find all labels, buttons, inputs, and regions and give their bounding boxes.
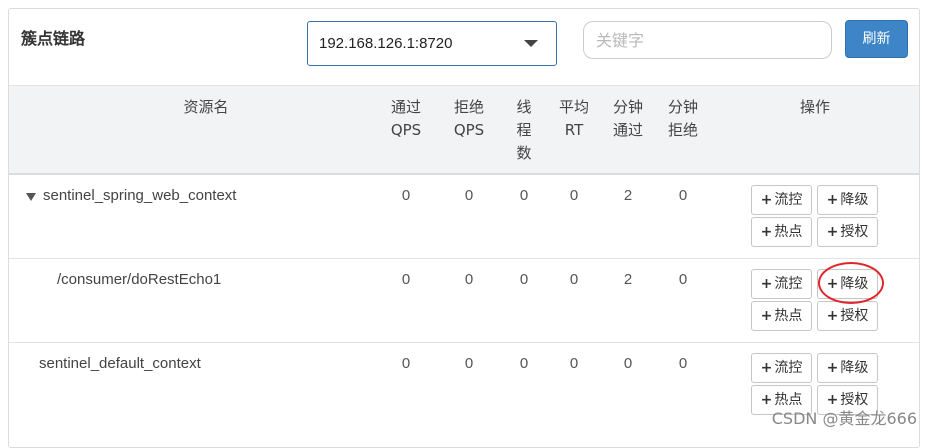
plus-icon: + <box>760 392 773 408</box>
plus-icon: + <box>760 276 773 292</box>
table-header: 资源名 通过 QPS 拒绝 QPS 线 程 数 平均 RT 分钟 通过 分钟 拒… <box>9 85 919 175</box>
minute-block: 0 <box>678 271 688 288</box>
minute-block: 0 <box>678 355 688 372</box>
auth-button[interactable]: + 授权 <box>817 301 878 331</box>
plus-icon: + <box>826 276 839 292</box>
pass-qps: 0 <box>401 271 411 288</box>
table-row: sentinel_spring_web_context 0 0 0 0 2 0 … <box>9 175 919 259</box>
minute-pass: 0 <box>623 355 633 372</box>
plus-icon: + <box>760 308 773 324</box>
col-actions: 操作 <box>799 98 830 116</box>
resource-name: sentinel_spring_web_context <box>43 187 237 204</box>
flow-button[interactable]: + 流控 <box>751 353 812 383</box>
threads: 0 <box>519 271 529 288</box>
plus-icon: + <box>760 192 773 208</box>
plus-icon: + <box>826 308 839 324</box>
resource-name: sentinel_default_context <box>39 355 201 372</box>
pass-qps: 0 <box>401 187 411 204</box>
minute-block: 0 <box>678 187 688 204</box>
col-pass-qps: 通过 QPS <box>390 98 422 139</box>
flow-button[interactable]: + 流控 <box>751 185 812 215</box>
col-threads: 线 程 数 <box>516 98 532 162</box>
panel-header: 簇点链路 192.168.126.1:8720 刷新 <box>9 9 919 85</box>
auth-button[interactable]: + 授权 <box>817 217 878 247</box>
machine-select-value: 192.168.126.1:8720 <box>319 35 453 52</box>
plus-icon: + <box>826 192 839 208</box>
col-minute-block: 分钟 拒绝 <box>667 98 698 139</box>
degrade-button[interactable]: + 降级 <box>817 269 878 299</box>
triangle-down-icon[interactable] <box>26 193 36 201</box>
plus-icon: + <box>826 224 839 240</box>
threads: 0 <box>519 355 529 372</box>
avg-rt: 0 <box>569 271 579 288</box>
plus-icon: + <box>826 360 839 376</box>
flow-button[interactable]: + 流控 <box>751 269 812 299</box>
block-qps: 0 <box>464 355 474 372</box>
resource-name: /consumer/doRestEcho1 <box>57 271 222 288</box>
block-qps: 0 <box>464 187 474 204</box>
col-avg-rt: 平均 RT <box>558 98 589 139</box>
cluster-panel: 簇点链路 192.168.126.1:8720 刷新 资源名 通过 QPS 拒绝… <box>8 8 920 448</box>
hotspot-button[interactable]: + 热点 <box>751 217 812 247</box>
watermark: CSDN @黄金龙666 <box>771 409 917 428</box>
block-qps: 0 <box>464 271 474 288</box>
refresh-button[interactable]: 刷新 <box>845 20 908 58</box>
caret-down-icon <box>524 40 538 47</box>
avg-rt: 0 <box>569 355 579 372</box>
page-title: 簇点链路 <box>21 29 86 48</box>
search-input[interactable] <box>583 21 832 59</box>
machine-select[interactable]: 192.168.126.1:8720 <box>307 21 557 66</box>
plus-icon: + <box>760 360 773 376</box>
degrade-button[interactable]: + 降级 <box>817 353 878 383</box>
col-resource: 资源名 <box>183 98 229 116</box>
threads: 0 <box>519 187 529 204</box>
col-block-qps: 拒绝 QPS <box>453 98 485 139</box>
hotspot-button[interactable]: + 热点 <box>751 301 812 331</box>
table-row: /consumer/doRestEcho1 0 0 0 0 2 0 + 流控 + 降… <box>9 259 919 343</box>
degrade-button[interactable]: + 降级 <box>817 185 878 215</box>
plus-icon: + <box>760 224 773 240</box>
col-minute-pass: 分钟 通过 <box>612 98 643 139</box>
minute-pass: 2 <box>623 271 633 288</box>
minute-pass: 2 <box>623 187 633 204</box>
avg-rt: 0 <box>569 187 579 204</box>
pass-qps: 0 <box>401 355 411 372</box>
